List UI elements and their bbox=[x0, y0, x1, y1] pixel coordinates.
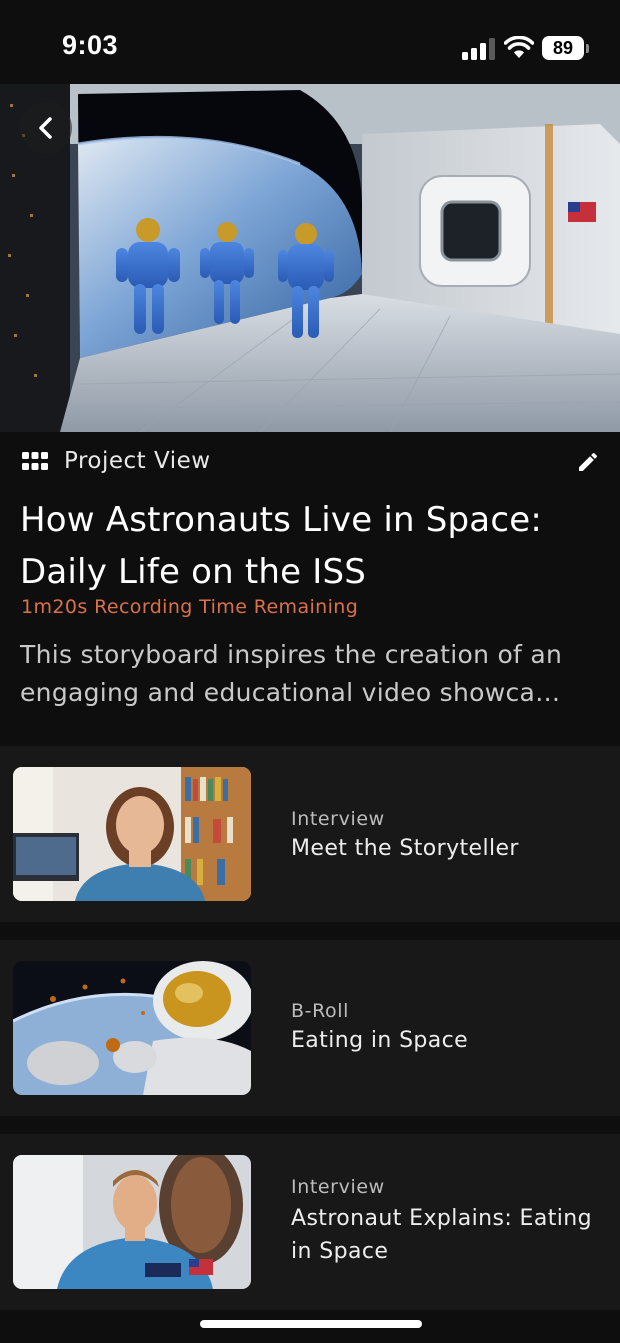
status-time: 9:03 bbox=[62, 30, 119, 60]
scene-title: Meet the Storyteller bbox=[291, 836, 519, 861]
scene-card[interactable]: Interview Meet the Storyteller bbox=[0, 746, 620, 922]
signal-icon bbox=[462, 38, 495, 60]
scene-title: Astronaut Explains: Eating in Space bbox=[291, 1206, 592, 1264]
scene-type: B-Roll bbox=[291, 1000, 350, 1022]
home-indicator[interactable] bbox=[200, 1320, 422, 1328]
battery-icon: 89 bbox=[542, 36, 589, 62]
back-button[interactable] bbox=[20, 102, 72, 154]
woman-interview-thumbnail bbox=[13, 767, 251, 901]
astronauts-space-station-image bbox=[0, 84, 620, 432]
grid-icon bbox=[22, 452, 48, 470]
project-description[interactable]: This storyboard inspires the creation of… bbox=[20, 636, 605, 712]
battery-level: 89 bbox=[542, 36, 584, 60]
wifi-icon bbox=[504, 36, 534, 58]
scene-type: Interview bbox=[291, 1176, 385, 1198]
status-bar: 9:03 89 bbox=[0, 0, 620, 84]
project-view-label: Project View bbox=[64, 448, 211, 474]
scene-type: Interview bbox=[291, 808, 385, 830]
scene-card[interactable]: B-Roll Eating in Space bbox=[0, 940, 620, 1116]
scene-card[interactable]: Interview Astronaut Explains: Eating in … bbox=[0, 1134, 620, 1310]
astronaut-eating-thumbnail bbox=[13, 961, 251, 1095]
pencil-icon[interactable] bbox=[576, 450, 600, 474]
project-title: How Astronauts Live in Space: Daily Life… bbox=[20, 500, 543, 592]
chevron-left-icon bbox=[39, 117, 52, 139]
recording-time-remaining: 1m20s Recording Time Remaining bbox=[21, 596, 359, 618]
astronaut-portrait-thumbnail bbox=[13, 1155, 251, 1289]
project-view-row[interactable]: Project View bbox=[22, 448, 602, 478]
scene-title: Eating in Space bbox=[291, 1028, 469, 1053]
